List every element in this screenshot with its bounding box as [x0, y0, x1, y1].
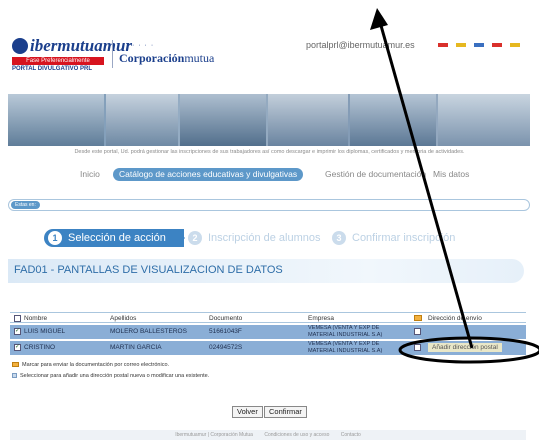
footer-link-conditions[interactable]: Condiciones de uso y acceso — [264, 432, 329, 438]
corporation-bold: Corporación — [119, 51, 185, 65]
table-header: Nombre Apellidos Documento Empresa Direc… — [10, 312, 526, 323]
page-title-bar: FAD01 - PANTALLAS DE VISUALIZACION DE DA… — [8, 259, 524, 283]
step-1-number: 1 — [48, 231, 62, 246]
footer-link-contact[interactable]: Contacto — [341, 432, 361, 438]
banner-caption: Desde este portal, Ud. podrá gestionar l… — [74, 149, 465, 155]
banner-photo-tools — [438, 94, 530, 146]
step-2-number: 2 — [188, 231, 202, 246]
row-2-empresa: VEMESA (VENTA Y EXP DE MATERIAL INDUSTRI… — [308, 341, 383, 354]
banner-photo-worker — [106, 94, 178, 146]
legend-address: Seleccionar para añadir una dirección po… — [12, 373, 209, 379]
confirm-button[interactable]: Confirmar — [264, 406, 307, 418]
row-2-checkbox[interactable]: ✓ — [14, 344, 21, 351]
row-1-email-checkbox[interactable] — [414, 328, 424, 335]
row-2-nombre: ✓ CRISTINO — [14, 344, 55, 351]
wizard-steps: 1 Selección de acción 2 Inscripción de alu… — [44, 229, 494, 247]
footer-link-corporation[interactable]: Ibermutuamur | Corporación Mutua — [175, 432, 253, 438]
row-2-email-check[interactable] — [414, 344, 421, 351]
header-nombre: Nombre — [14, 315, 47, 322]
row-1-nombre-text: LUIS MIGUEL — [24, 328, 66, 336]
legend-address-icon — [12, 373, 17, 379]
table-row: ✓ LUIS MIGUEL MOLERO BALLESTEROS 51661043… — [10, 325, 526, 339]
corporation-mutua-logo[interactable]: Corporaciónmutua — [119, 51, 214, 66]
logo-badge: Fase Preferencialmente — [12, 57, 104, 65]
language-flags — [438, 43, 520, 47]
nav-item-gestion[interactable]: Gestión de documentación — [325, 168, 426, 181]
back-button[interactable]: Volver — [232, 406, 263, 418]
nav-item-inicio[interactable]: Inicio — [80, 168, 100, 181]
row-1-empresa: VEMESA (VENTA Y EXP DE MATERIAL INDUSTRI… — [308, 325, 383, 338]
row-1-nombre: ✓ LUIS MIGUEL — [14, 328, 65, 335]
banner-photo-meeting — [8, 94, 104, 146]
breadcrumb-label: Estas en: — [11, 201, 40, 209]
row-2-add-address-link[interactable]: Añadir dirección postal — [428, 343, 502, 352]
breadcrumb: Estas en: — [8, 199, 530, 211]
header-direccion: Dirección de envío — [428, 315, 482, 322]
step-1: 1 Selección de acción — [44, 229, 184, 247]
step-3-label: Confirmar inscripción — [352, 232, 456, 244]
language-flag-1-icon[interactable] — [438, 43, 448, 47]
row-2-documento: 02494572S — [209, 344, 243, 351]
table-row: ✓ CRISTINO MARTIN GARCIA 02494572S VEMESA… — [10, 341, 526, 355]
step-2-label: Inscripción de alumnos — [208, 232, 321, 244]
row-2-apellidos: MARTIN GARCIA — [110, 344, 162, 351]
step-1-arrow-icon — [176, 229, 185, 247]
header-nombre-label: Nombre — [24, 315, 48, 323]
language-flag-2-icon[interactable] — [456, 43, 466, 47]
row-2-nombre-text: CRISTINO — [24, 344, 56, 352]
logo-divider — [112, 40, 113, 68]
envelope-icon — [414, 315, 422, 321]
row-1-email-check[interactable] — [414, 328, 421, 335]
language-flag-5-icon[interactable] — [510, 43, 520, 47]
nav-item-catalogo[interactable]: Catálogo de acciones educativas y divulg… — [113, 168, 304, 181]
footer: Ibermutuamur | Corporación Mutua Condici… — [10, 430, 526, 440]
row-1-documento: 51661043F — [209, 328, 242, 335]
main-nav: Inicio Catálogo de acciones educativas y… — [0, 168, 539, 182]
header-banner-image — [8, 94, 530, 146]
banner-photo-industry — [268, 94, 348, 146]
ibermutuamur-logo[interactable]: ibermutuamur Fase Preferencialmente PORT… — [12, 36, 132, 80]
corporation-dots-icon: · · · · — [132, 42, 155, 49]
header-apellidos: Apellidos — [110, 315, 137, 322]
header-documento: Documento — [209, 315, 243, 322]
page-title: FAD01 - PANTALLAS DE VISUALIZACION DE DA… — [14, 264, 283, 276]
banner-photo-office — [350, 94, 436, 146]
row-1-checkbox[interactable]: ✓ — [14, 328, 21, 335]
legend-envelope-text: Marcar para enviar la documentación por … — [22, 362, 170, 368]
select-all-checkbox[interactable] — [14, 315, 21, 322]
banner-photo-lab — [180, 94, 266, 146]
step-2: 2 Inscripción de alumnos — [188, 229, 321, 247]
nav-item-mis-datos[interactable]: Mis datos — [433, 168, 469, 181]
legend-envelope: Marcar para enviar la documentación por … — [12, 362, 169, 368]
user-email[interactable]: portalprl@ibermutuamur.es — [306, 40, 415, 50]
logo-mark-icon — [12, 38, 28, 54]
header: ibermutuamur Fase Preferencialmente PORT… — [0, 0, 539, 92]
row-1-apellidos: MOLERO BALLESTEROS — [110, 328, 187, 335]
step-3: 3 Confirmar inscripción — [332, 229, 455, 247]
header-empresa: Empresa — [308, 315, 335, 322]
language-flag-4-icon[interactable] — [492, 43, 502, 47]
logo-subtitle: PORTAL DIVULGATIVO PRL — [12, 66, 93, 72]
language-flag-3-icon[interactable] — [474, 43, 484, 47]
step-3-number: 3 — [332, 231, 346, 246]
step-1-label: Selección de acción — [68, 232, 166, 244]
corporation-light: mutua — [184, 51, 215, 65]
logo-text: ibermutuamur — [30, 36, 133, 55]
row-2-email-checkbox[interactable] — [414, 344, 424, 351]
legend-envelope-icon — [12, 362, 19, 368]
legend-address-text: Seleccionar para añadir una dirección po… — [20, 373, 210, 379]
